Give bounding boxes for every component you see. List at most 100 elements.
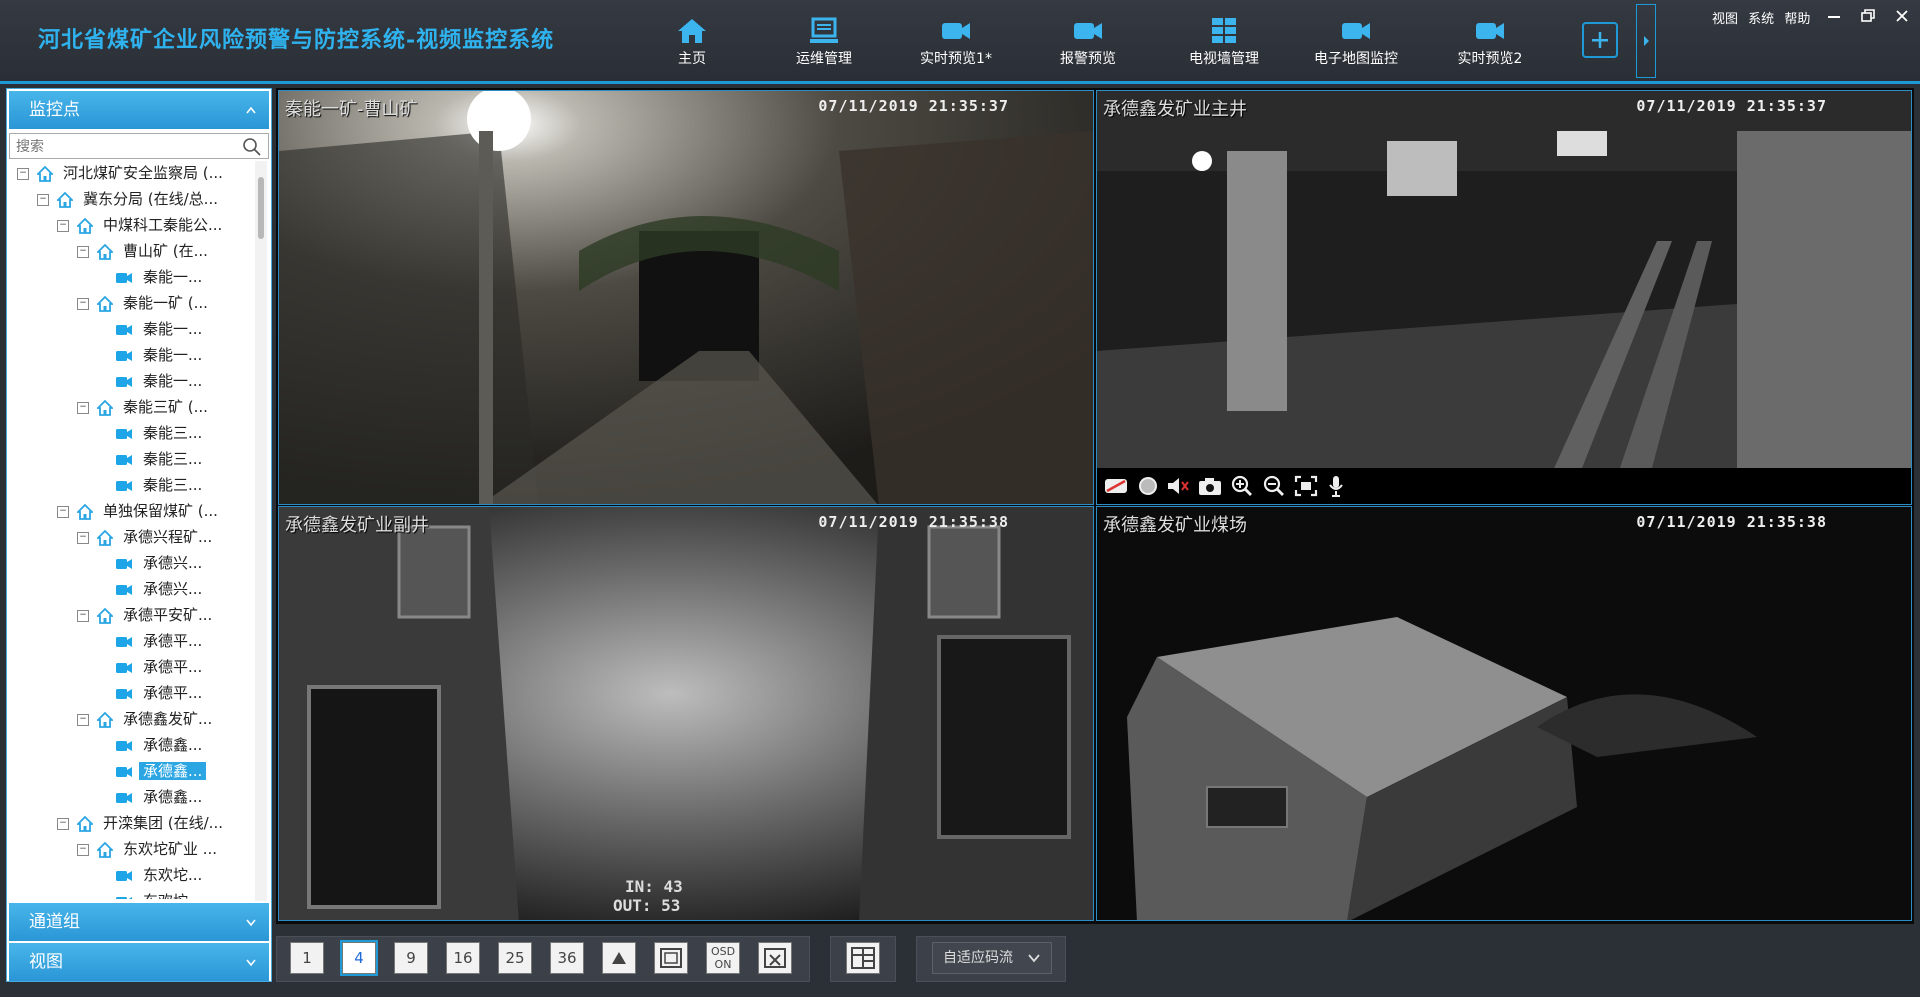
tree-scrollbar[interactable] (255, 161, 267, 901)
tree-item-org[interactable]: − 冀东分局 (在线/总... (37, 187, 222, 211)
tree-item-camera[interactable]: 承德平... (97, 655, 206, 679)
minimize-button[interactable] (1824, 6, 1844, 26)
nav-live-preview-1[interactable]: 实时预览1* (896, 10, 1016, 74)
tree-item-camera[interactable]: 承德鑫... (97, 759, 207, 783)
layout-label: 16 (453, 949, 473, 967)
panel-channel-group[interactable]: 通道组 (9, 903, 269, 941)
layout-36-button[interactable]: 36 (550, 942, 584, 974)
tree-item-camera[interactable]: 秦能三... (97, 421, 206, 445)
collapse-toggle-icon[interactable]: − (77, 531, 89, 544)
menu-system[interactable]: 系统 (1748, 12, 1774, 27)
video-tile-2[interactable]: 承德鑫发矿业主井 07/11/2019 21:35:37 (1096, 90, 1912, 505)
panel-monitor-points[interactable]: 监控点 (9, 91, 269, 129)
video-tile-3[interactable]: 承德鑫发矿业副井 07/11/2019 21:35:38 IN: 43 OUT:… (278, 506, 1094, 921)
fullscreen-button[interactable] (654, 942, 688, 974)
tree-item-org[interactable]: − 东欢坨矿业 ... (77, 837, 221, 861)
add-tab-button[interactable] (1582, 22, 1618, 58)
tree-item-camera[interactable]: 承德平... (97, 681, 206, 705)
layout-16-button[interactable]: 16 (446, 942, 480, 974)
tree-item-org[interactable]: − 曹山矿 (在... (77, 239, 212, 263)
video-tile-1[interactable]: 秦能一矿-曹山矿 07/11/2019 21:35:37 (278, 90, 1094, 505)
zoom-out-icon[interactable] (1261, 474, 1287, 498)
tree-item-org[interactable]: − 开滦集团 (在线/... (57, 811, 227, 835)
tree-item-camera[interactable]: 秦能一... (97, 343, 206, 367)
collapse-toggle-icon[interactable]: − (57, 817, 69, 830)
video-camera-icon (1476, 23, 1504, 39)
collapse-toggle-icon[interactable]: − (77, 245, 89, 258)
triangle-up-button[interactable] (602, 942, 636, 974)
layout-4-button[interactable]: 4 (340, 940, 378, 976)
fit-screen-icon[interactable] (1293, 474, 1319, 498)
nav-ops-management[interactable]: 运维管理 (764, 10, 884, 74)
close-button[interactable] (1892, 6, 1912, 26)
tree-item-label: 秦能一矿 (... (123, 294, 208, 312)
video-tile-4[interactable]: 承德鑫发矿业煤场 07/11/2019 21:35:38 (1096, 506, 1912, 921)
tree-item-org[interactable]: − 中煤科工秦能公... (57, 213, 226, 237)
collapse-toggle-icon[interactable]: − (37, 193, 49, 206)
tree-item-camera[interactable]: 承德平... (97, 629, 206, 653)
tree-item-camera[interactable]: 秦能三... (97, 447, 206, 471)
nav-tv-wall[interactable]: 电视墙管理 (1164, 10, 1284, 74)
layout-1-button[interactable]: 1 (290, 942, 324, 974)
tree-item-org[interactable]: − 秦能三矿 (... (77, 395, 212, 419)
stream-select[interactable]: 自适应码流 (932, 942, 1052, 974)
video-camera-icon (942, 23, 970, 39)
search-icon[interactable] (242, 137, 262, 157)
layout-label: 9 (406, 949, 416, 967)
tree-item-org[interactable]: − 承德鑫发矿... (77, 707, 216, 731)
record-icon[interactable] (1135, 474, 1161, 498)
tree-item-camera[interactable]: 承德兴... (97, 577, 206, 601)
nav-scroll-button[interactable] (1636, 4, 1656, 78)
maximize-button[interactable] (1858, 6, 1878, 26)
collapse-toggle-icon[interactable]: − (57, 505, 69, 518)
collapse-toggle-icon[interactable]: − (77, 297, 89, 310)
mute-icon[interactable] (1165, 474, 1191, 498)
tree-item-camera[interactable]: 承德鑫... (97, 785, 206, 809)
search-input[interactable] (14, 136, 238, 158)
camera-timestamp: 07/11/2019 21:35:38 (1636, 513, 1827, 531)
nav-label: 实时预览2 (1457, 51, 1523, 67)
tree-item-label: 秦能一... (143, 268, 203, 286)
menu-help[interactable]: 帮助 (1784, 12, 1810, 27)
stop-preview-icon[interactable] (1103, 474, 1129, 498)
nav-alarm-preview[interactable]: 报警预览 (1028, 10, 1148, 74)
collapse-toggle-icon[interactable]: − (77, 401, 89, 414)
tree-item-camera[interactable]: 承德鑫... (97, 733, 206, 757)
tree-item-camera[interactable]: 秦能一... (97, 317, 206, 341)
layout-9-button[interactable]: 9 (394, 942, 428, 974)
tree-item-camera[interactable]: 秦能三... (97, 473, 206, 497)
tree-item-org[interactable]: − 秦能一矿 (... (77, 291, 212, 315)
tree-item-label: 单独保留煤矿 (... (103, 502, 218, 520)
collapse-toggle-icon[interactable]: − (17, 167, 29, 180)
osd-toggle-button[interactable]: OSD ON (706, 942, 740, 974)
tree-item-camera[interactable]: 东欢坨... (97, 863, 206, 887)
nav-home[interactable]: 主页 (632, 10, 752, 74)
custom-layout-icon (851, 947, 875, 969)
tree-item-camera[interactable]: 东欢坨... (97, 889, 206, 899)
camera-toolbar (1097, 468, 1911, 504)
tree-item-org[interactable]: − 单独保留煤矿 (... (57, 499, 222, 523)
collapse-toggle-icon[interactable]: − (77, 843, 89, 856)
custom-layout-button[interactable] (846, 942, 880, 974)
panel-view[interactable]: 视图 (9, 943, 269, 981)
nav-live-preview-2[interactable]: 实时预览2 (1430, 10, 1550, 74)
zoom-in-icon[interactable] (1229, 474, 1255, 498)
collapse-toggle-icon[interactable]: − (77, 609, 89, 622)
camera-icon (116, 428, 132, 439)
tree-item-org[interactable]: − 承德平安矿... (77, 603, 216, 627)
microphone-icon[interactable] (1323, 474, 1349, 498)
close-all-button[interactable] (758, 942, 792, 974)
tree-item-org[interactable]: − 河北煤矿安全监察局 (... (17, 161, 227, 185)
tree-scroll-thumb[interactable] (258, 177, 264, 239)
nav-emap-monitor[interactable]: 电子地图监控 (1296, 10, 1416, 74)
collapse-toggle-icon[interactable]: − (77, 713, 89, 726)
menu-view[interactable]: 视图 (1712, 12, 1738, 27)
tree-item-camera[interactable]: 秦能一... (97, 265, 206, 289)
tree-item-camera[interactable]: 秦能一... (97, 369, 206, 393)
tree-item-camera[interactable]: 承德兴... (97, 551, 206, 575)
tree-item-org[interactable]: − 承德兴程矿... (77, 525, 216, 549)
video-camera-icon (1074, 23, 1102, 39)
snapshot-camera-icon[interactable] (1197, 474, 1223, 498)
layout-25-button[interactable]: 25 (498, 942, 532, 974)
collapse-toggle-icon[interactable]: − (57, 219, 69, 232)
